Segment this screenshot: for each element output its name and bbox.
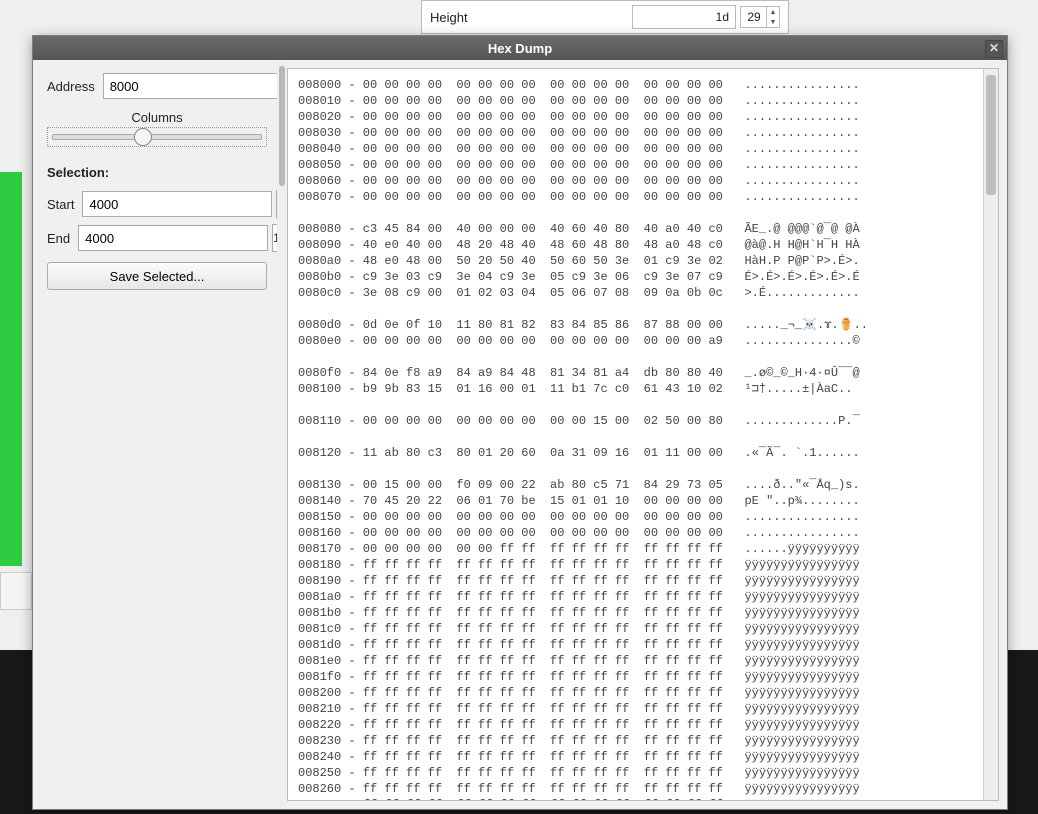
hex-scrollbar[interactable]	[983, 69, 998, 800]
close-button[interactable]: ✕	[985, 40, 1003, 58]
start-label: Start	[47, 197, 74, 212]
save-selected-button[interactable]: Save Selected...	[47, 262, 267, 290]
left-gutter-scrollbar[interactable]	[277, 60, 287, 809]
height-label: Height	[430, 10, 632, 25]
hex-content[interactable]: 008000 - 00 00 00 00 00 00 00 00 00 00 0…	[288, 69, 984, 800]
address-hex-input[interactable]	[103, 73, 293, 99]
bg-property-row: Height 1d 29 ▲ ▼	[421, 0, 789, 34]
start-hex-input[interactable]	[82, 191, 272, 217]
spin-up-icon[interactable]: ▲	[767, 7, 779, 17]
dialog-title: Hex Dump	[488, 41, 552, 56]
columns-slider[interactable]	[52, 134, 262, 140]
hex-scrollbar-thumb[interactable]	[986, 75, 996, 195]
dialog-titlebar[interactable]: Hex Dump ✕	[33, 36, 1007, 60]
height-hex-value[interactable]: 1d	[632, 5, 736, 29]
selection-label: Selection:	[47, 165, 267, 180]
bg-green-strip	[0, 172, 22, 566]
columns-slider-wrap	[47, 127, 267, 147]
address-label: Address	[47, 79, 95, 94]
height-spinner-value: 29	[747, 10, 760, 24]
left-panel: Address 32768 ▲ ▼ Columns Selection:	[33, 60, 277, 809]
end-hex-input[interactable]	[78, 225, 268, 251]
height-spinner[interactable]: 29 ▲ ▼	[740, 6, 780, 28]
spin-down-icon[interactable]: ▼	[767, 17, 779, 27]
hex-view: 008000 - 00 00 00 00 00 00 00 00 00 00 0…	[287, 68, 999, 801]
bg-toolbar-strip	[0, 572, 32, 610]
columns-label: Columns	[47, 110, 267, 125]
gutter-thumb[interactable]	[279, 66, 285, 186]
slider-thumb[interactable]	[134, 128, 152, 146]
hex-dump-dialog: Hex Dump ✕ Address 32768 ▲ ▼ Columns	[32, 35, 1008, 810]
end-label: End	[47, 231, 70, 246]
